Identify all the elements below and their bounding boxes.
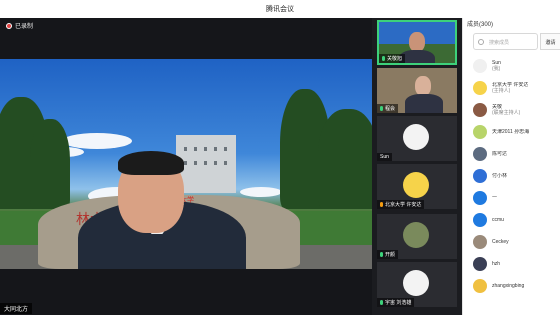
cloud bbox=[240, 187, 282, 197]
tree bbox=[318, 109, 372, 209]
face bbox=[409, 32, 425, 52]
tile-name: 关敬旭 bbox=[387, 56, 403, 62]
record-icon bbox=[6, 22, 12, 29]
tree bbox=[30, 119, 70, 209]
search-icon bbox=[478, 39, 484, 45]
member-name: ccmu bbox=[492, 217, 504, 223]
member-avatar bbox=[473, 191, 487, 205]
member-avatar bbox=[473, 147, 487, 161]
face bbox=[415, 76, 431, 96]
member-avatar bbox=[473, 169, 487, 183]
member-item[interactable]: 一 bbox=[473, 189, 559, 207]
avatar bbox=[403, 270, 429, 296]
video-tile[interactable]: 北京大学 许安达 bbox=[377, 164, 457, 209]
member-item[interactable]: 关敬 (联席主持人) bbox=[473, 101, 559, 119]
member-item[interactable]: 付小林 bbox=[473, 167, 559, 185]
search-placeholder: 搜索成员 bbox=[489, 40, 510, 46]
member-avatar bbox=[473, 257, 487, 271]
speaker-name-label: 大同北方 bbox=[0, 303, 33, 314]
member-avatar bbox=[473, 279, 487, 293]
member-name: zhangxingbing bbox=[492, 283, 525, 289]
member-item[interactable]: ccmu bbox=[473, 211, 559, 229]
member-item[interactable]: 天津2011 孙忠海 bbox=[473, 123, 559, 141]
member-name: Ceckey bbox=[492, 239, 509, 245]
participants-panel: 成员(300) 搜索成员 邀请 Sun (我) 北京大学 许安达 (主持人) 关敬 (联席… bbox=[462, 18, 560, 315]
main-speaker-video[interactable]: 林大学 北京林业大学 bbox=[0, 59, 372, 269]
member-role: (主持人) bbox=[492, 88, 511, 94]
mic-icon bbox=[382, 56, 385, 61]
host-icon bbox=[380, 202, 383, 207]
member-avatar bbox=[473, 59, 487, 73]
recording-label: 已录制 bbox=[15, 24, 34, 30]
mic-icon bbox=[380, 300, 383, 305]
avatar bbox=[403, 124, 429, 150]
member-item[interactable]: 北京大学 许安达 (主持人) bbox=[473, 79, 559, 97]
recording-indicator: 已录制 bbox=[6, 21, 33, 30]
member-avatar bbox=[473, 81, 487, 95]
tile-name: Sun bbox=[380, 154, 389, 160]
window-title: 腾讯会议 bbox=[266, 6, 294, 13]
title-bar: 腾讯会议 bbox=[0, 0, 560, 18]
mic-icon bbox=[380, 252, 383, 257]
video-tile[interactable]: 程会 bbox=[377, 68, 457, 113]
member-avatar bbox=[473, 235, 487, 249]
tile-name: 开颜 bbox=[385, 252, 396, 258]
mic-icon bbox=[380, 106, 383, 111]
member-name: 天津2011 孙忠海 bbox=[492, 129, 530, 135]
member-item[interactable]: Sun (我) bbox=[473, 57, 559, 75]
invite-button[interactable]: 邀请 bbox=[540, 33, 560, 50]
member-name: 付小林 bbox=[492, 173, 508, 179]
member-avatar bbox=[473, 125, 487, 139]
member-name: 一 bbox=[492, 195, 498, 201]
member-role: (联席主持人) bbox=[492, 110, 521, 116]
member-avatar bbox=[473, 213, 487, 227]
video-tile[interactable]: 宇宙 刘浩雄 bbox=[377, 262, 457, 307]
video-tile[interactable]: 关敬旭 bbox=[377, 20, 457, 65]
tile-name: 宇宙 刘浩雄 bbox=[385, 300, 412, 306]
member-item[interactable]: hzh bbox=[473, 255, 559, 273]
member-item[interactable]: 陈可达 bbox=[473, 145, 559, 163]
video-tile[interactable]: Sun bbox=[377, 116, 457, 161]
tile-name: 程会 bbox=[385, 106, 396, 112]
avatar bbox=[403, 222, 429, 248]
video-gallery: 关敬旭 程会 Sun 北京大学 许安达 开颜 宇宙 刘浩雄 bbox=[372, 18, 462, 315]
member-name: 陈可达 bbox=[492, 151, 508, 157]
speaker-hair bbox=[118, 151, 184, 175]
search-input[interactable]: 搜索成员 bbox=[473, 33, 538, 50]
video-tile[interactable]: 开颜 bbox=[377, 214, 457, 259]
member-item[interactable]: Ceckey bbox=[473, 233, 559, 251]
suit bbox=[405, 94, 443, 113]
avatar bbox=[403, 172, 429, 198]
participants-header: 成员(300) bbox=[467, 22, 494, 28]
building bbox=[176, 135, 236, 193]
tile-name: 北京大学 许安达 bbox=[385, 202, 422, 208]
member-name: hzh bbox=[492, 261, 501, 267]
member-avatar bbox=[473, 103, 487, 117]
member-role: (我) bbox=[492, 66, 501, 72]
member-item[interactable]: zhangxingbing bbox=[473, 277, 559, 295]
